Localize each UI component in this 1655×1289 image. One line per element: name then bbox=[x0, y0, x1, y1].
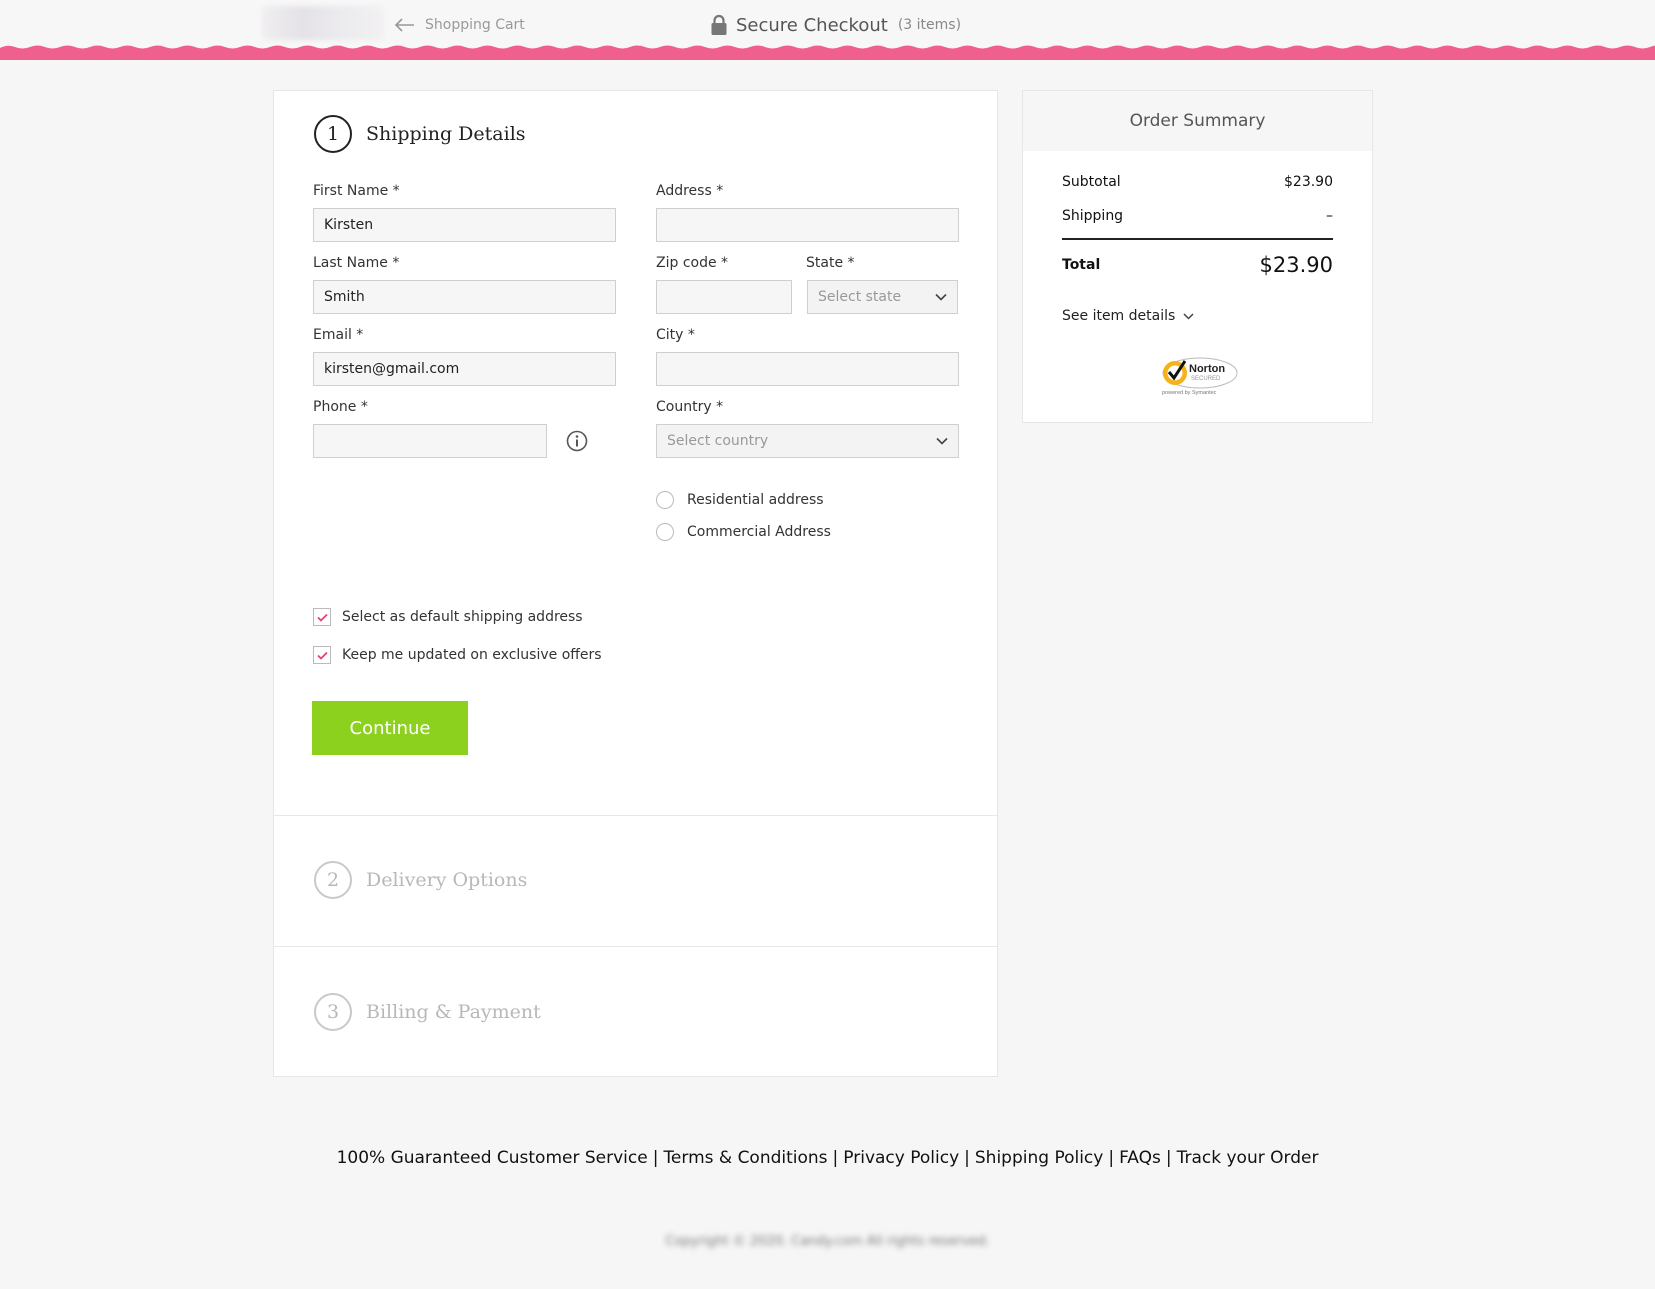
residential-address-radio[interactable]: Residential address bbox=[656, 491, 824, 509]
offers-checkbox-row[interactable]: Keep me updated on exclusive offers bbox=[313, 646, 602, 664]
first-name-label: First Name * bbox=[313, 183, 400, 199]
default-shipping-checkbox[interactable] bbox=[313, 608, 331, 626]
state-select-value: Select state bbox=[818, 289, 902, 305]
copyright-text: Copyright © 2020. Candy.com All rights r… bbox=[665, 1234, 990, 1249]
default-shipping-checkbox-row[interactable]: Select as default shipping address bbox=[313, 608, 583, 626]
chevron-down-icon bbox=[1183, 312, 1194, 320]
radio-label: Residential address bbox=[687, 492, 824, 508]
checkout-title: Secure Checkout (3 items) bbox=[710, 12, 961, 38]
arrow-left-icon bbox=[395, 18, 414, 32]
order-summary-card: Order Summary Subtotal $23.90 Shipping –… bbox=[1022, 90, 1373, 423]
address-label: Address * bbox=[656, 183, 724, 199]
zip-code-label: Zip code * bbox=[656, 255, 729, 271]
cart-item-count: (3 items) bbox=[897, 17, 962, 33]
norton-powered-text: powered by Symantec bbox=[1162, 390, 1217, 396]
info-icon[interactable] bbox=[566, 430, 588, 452]
checkbox-label: Keep me updated on exclusive offers bbox=[342, 647, 602, 663]
footer-link-privacy[interactable]: Privacy Policy bbox=[843, 1148, 959, 1168]
step-title: Delivery Options bbox=[366, 869, 528, 891]
see-item-details-toggle[interactable]: See item details bbox=[1062, 308, 1194, 324]
see-item-details-label: See item details bbox=[1062, 308, 1176, 324]
checkmark-icon bbox=[316, 651, 328, 660]
first-name-field[interactable] bbox=[313, 208, 616, 242]
order-summary-title: Order Summary bbox=[1023, 91, 1372, 151]
checkout-form-card: 1 Shipping Details First Name * Last Nam… bbox=[273, 90, 998, 1077]
subtotal-row: Subtotal $23.90 bbox=[1062, 174, 1333, 190]
shipping-row: Shipping – bbox=[1062, 208, 1333, 224]
country-label: Country * bbox=[656, 399, 724, 415]
footer-link-customer-service[interactable]: 100% Guaranteed Customer Service bbox=[337, 1148, 648, 1168]
last-name-field[interactable] bbox=[313, 280, 616, 314]
footer-links: 100% Guaranteed Customer Service | Terms &… bbox=[336, 1148, 1319, 1168]
footer-link-terms[interactable]: Terms & Conditions bbox=[663, 1148, 827, 1168]
offers-checkbox[interactable] bbox=[313, 646, 331, 664]
back-to-cart-link[interactable]: Shopping Cart bbox=[395, 14, 525, 36]
city-field[interactable] bbox=[656, 352, 959, 386]
checkout-header: Shopping Cart Secure Checkout (3 items) bbox=[0, 0, 1655, 60]
footer-link-shipping-policy[interactable]: Shipping Policy bbox=[975, 1148, 1103, 1168]
step-title: Shipping Details bbox=[366, 123, 526, 145]
checkmark-icon bbox=[316, 613, 328, 622]
commercial-address-radio[interactable]: Commercial Address bbox=[656, 523, 831, 541]
zip-code-field[interactable] bbox=[656, 280, 792, 314]
total-label: Total bbox=[1062, 257, 1101, 273]
continue-button[interactable]: Continue bbox=[312, 701, 468, 755]
radio-button[interactable] bbox=[656, 491, 674, 509]
subtotal-value: $23.90 bbox=[1284, 174, 1333, 190]
step-number: 2 bbox=[314, 861, 352, 899]
section-divider bbox=[274, 946, 997, 947]
norton-secured-badge[interactable]: Norton SECURED powered by Symantec bbox=[1158, 353, 1238, 397]
step-number: 3 bbox=[314, 993, 352, 1031]
checkout-title-text: Secure Checkout bbox=[736, 14, 888, 36]
state-select[interactable]: Select state bbox=[807, 280, 958, 314]
shipping-value: – bbox=[1326, 208, 1333, 224]
radio-button[interactable] bbox=[656, 523, 674, 541]
section-divider bbox=[274, 815, 997, 816]
brand-logo[interactable] bbox=[262, 6, 384, 40]
footer-link-track-order[interactable]: Track your Order bbox=[1177, 1148, 1319, 1168]
decorative-wave bbox=[0, 45, 1655, 60]
step-number: 1 bbox=[314, 115, 352, 153]
total-value: $23.90 bbox=[1259, 253, 1333, 277]
state-label: State * bbox=[806, 255, 855, 271]
footer-link-faqs[interactable]: FAQs bbox=[1119, 1148, 1161, 1168]
subtotal-label: Subtotal bbox=[1062, 174, 1121, 190]
address-field[interactable] bbox=[656, 208, 959, 242]
summary-divider bbox=[1062, 238, 1333, 240]
phone-field[interactable] bbox=[313, 424, 547, 458]
phone-label: Phone * bbox=[313, 399, 368, 415]
city-label: City * bbox=[656, 327, 695, 343]
lock-icon bbox=[711, 14, 727, 35]
back-link-label: Shopping Cart bbox=[425, 17, 525, 33]
country-select[interactable]: Select country bbox=[656, 424, 959, 458]
total-row: Total $23.90 bbox=[1062, 253, 1333, 277]
norton-wordmark: Norton bbox=[1189, 363, 1225, 375]
radio-label: Commercial Address bbox=[687, 524, 831, 540]
norton-secured-text: SECURED bbox=[1191, 376, 1221, 382]
last-name-label: Last Name * bbox=[313, 255, 400, 271]
shipping-step-header[interactable]: 1 Shipping Details bbox=[314, 115, 526, 153]
step-title: Billing & Payment bbox=[366, 1001, 541, 1023]
country-select-value: Select country bbox=[667, 433, 769, 449]
delivery-step-header[interactable]: 2 Delivery Options bbox=[314, 861, 527, 899]
chevron-down-icon bbox=[935, 293, 947, 301]
billing-step-header[interactable]: 3 Billing & Payment bbox=[314, 993, 541, 1031]
shipping-label: Shipping bbox=[1062, 208, 1124, 224]
email-label: Email * bbox=[313, 327, 364, 343]
checkbox-label: Select as default shipping address bbox=[342, 609, 583, 625]
email-field[interactable] bbox=[313, 352, 616, 386]
chevron-down-icon bbox=[936, 437, 948, 445]
